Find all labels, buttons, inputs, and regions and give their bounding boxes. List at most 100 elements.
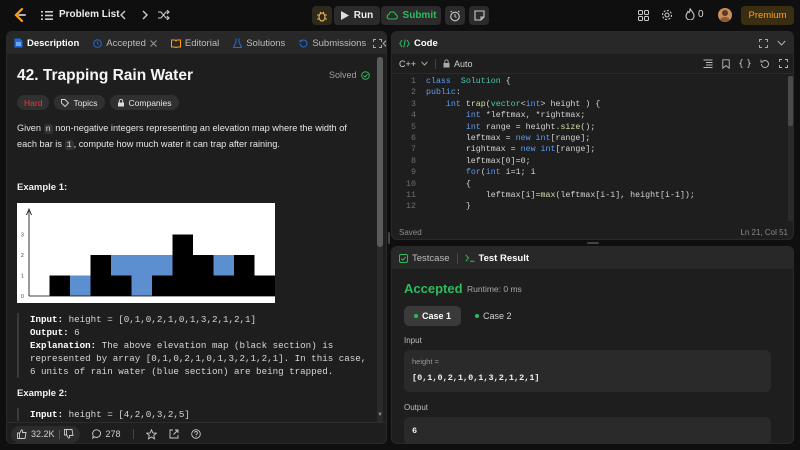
comments-button[interactable]: 278 [91,429,121,439]
tab-solutions[interactable]: Solutions [226,32,292,54]
curly-braces-icon[interactable] [739,59,751,68]
shuffle-icon[interactable] [157,8,171,22]
like-dislike-group: 32.2K [11,425,80,443]
code-editor[interactable]: class Solution {public: int trap(vector<… [426,76,781,213]
share-icon[interactable] [169,429,179,439]
tab-accepted[interactable]: Accepted [86,32,164,54]
footer-divider [132,429,134,439]
save-status: Saved [399,228,422,237]
problem-list-link[interactable]: Problem List [59,9,120,20]
tab-test-result[interactable]: Test Result [458,247,537,269]
elevation-bar [152,275,173,296]
tab-editorial[interactable]: Editorial [164,32,226,54]
leetcode-logo[interactable] [12,7,28,23]
companies-tag[interactable]: Companies [109,95,179,110]
close-icon[interactable] [150,39,157,47]
editor-actions [703,58,788,69]
layout-grid-icon[interactable] [636,8,650,22]
input-label: Input: [30,409,64,420]
tab-code[interactable]: Code [392,32,445,54]
premium-button[interactable]: Premium [741,6,794,25]
input-value: height = [0,1,0,2,1,0,1,3,2,1,2,1] [63,314,257,325]
format-align-icon[interactable] [703,59,713,68]
top-bar: Problem List Run Submit 0 Premium [0,0,800,31]
y-tick-label: 2 [21,253,24,259]
code-token: int [465,111,481,121]
tab-description[interactable]: Description [7,32,86,54]
case-2-button[interactable]: Case 2 [465,306,522,326]
input-section-label: Input [404,336,422,345]
editor-scrollbar[interactable] [788,76,793,221]
case-2-label: Case 2 [483,311,512,321]
reset-icon[interactable] [760,59,770,69]
timer-icon[interactable] [445,6,465,25]
scroll-down-arrow-icon[interactable]: ▼ [377,412,383,420]
debug-button[interactable] [312,6,332,25]
code-line: } [426,201,781,212]
submit-button[interactable]: Submit [381,6,441,25]
scrollbar-track[interactable] [377,57,383,423]
code-token: int [485,168,501,178]
solved-indicator: Solved [329,70,370,80]
panel-resize-handle[interactable] [587,242,599,244]
problem-list-icon[interactable] [40,8,54,22]
tab-accepted-label: Accepted [106,37,146,49]
tab-solutions-label: Solutions [246,37,286,49]
water-bar [131,255,152,296]
cloud-upload-icon [386,11,398,20]
streak-counter[interactable]: 0 [685,8,704,20]
y-tick-label: 3 [21,233,24,239]
next-problem-button[interactable] [138,8,152,22]
code-token: vector [490,99,521,109]
maximize-icon[interactable] [754,34,772,52]
tab-testcase-label: Testcase [412,252,450,264]
line-number: 2 [411,88,416,98]
collapse-chevron-icon[interactable] [382,34,386,52]
vertical-resize-handle[interactable] [388,232,390,244]
thumbs-up-icon[interactable] [17,429,27,439]
problem-description: Given n non-negative integers representi… [17,121,367,153]
input-label: Input: [30,314,64,325]
code-token: ) { [580,99,601,109]
tab-testcase[interactable]: Testcase [392,247,457,269]
prev-problem-button[interactable] [116,8,130,22]
code-token: [range]; [555,145,596,155]
code-token: leftmax = [426,133,516,143]
code-title: Code [414,37,438,49]
bookmark-icon[interactable] [722,58,730,69]
tab-submissions[interactable]: Submissions [292,32,373,54]
line-number: 9 [411,168,416,178]
collapse-chevron-icon[interactable] [772,34,790,52]
document-icon [14,38,23,48]
topics-tag[interactable]: Topics [54,95,105,110]
thumbs-down-icon[interactable] [63,429,74,439]
help-icon[interactable] [190,429,201,439]
code-tab-bar: Code [392,32,793,54]
tag-icon [61,98,70,107]
avatar[interactable] [718,8,732,22]
language-select[interactable]: C++ [399,59,428,69]
settings-gear-icon[interactable] [660,8,674,22]
history-icon [299,38,308,47]
maximize-icon[interactable] [373,34,383,52]
checkbox-icon [399,253,408,263]
star-icon[interactable] [145,428,157,440]
fullscreen-icon[interactable] [779,59,788,68]
streak-count: 0 [698,8,704,20]
example-1-heading: Example 1: [17,182,68,193]
notes-icon[interactable] [469,6,489,25]
elevation-chart: 0 1 2 3 [21,207,275,300]
run-button[interactable]: Run [334,6,380,25]
description-footer: 32.2K 278 [7,422,386,443]
water-bar [152,255,173,276]
auto-mode-toggle[interactable]: Auto [443,59,473,69]
input-value-box: height = [0,1,0,2,1,0,1,3,2,1,2,1] [404,350,771,392]
verdict-text: Accepted [404,281,463,296]
editor-scrollbar-thumb[interactable] [788,76,793,126]
scrollbar-thumb[interactable] [377,57,383,247]
language-value: C++ [399,58,417,69]
pass-dot-icon [475,314,479,318]
case-1-button[interactable]: Case 1 [404,306,462,326]
output-value-box: 6 [404,417,771,443]
